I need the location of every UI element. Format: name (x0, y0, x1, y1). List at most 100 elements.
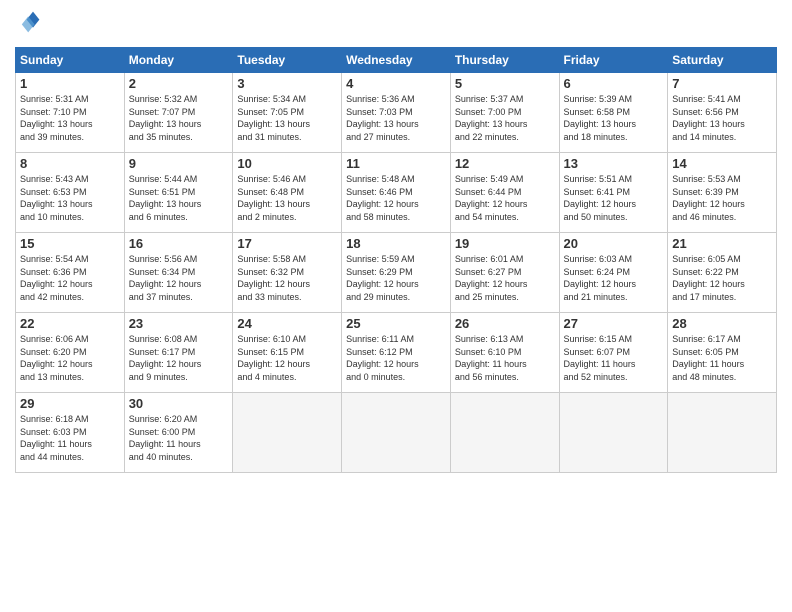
col-header-wednesday: Wednesday (342, 48, 451, 73)
calendar-day: 12Sunrise: 5:49 AMSunset: 6:44 PMDayligh… (450, 153, 559, 233)
day-number: 23 (129, 316, 229, 331)
day-number: 20 (564, 236, 664, 251)
header (15, 10, 777, 39)
day-info: Sunrise: 6:08 AMSunset: 6:17 PMDaylight:… (129, 333, 229, 383)
calendar-day: 25 Sunrise: 6:11 AMSunset: 6:12 PMDayligh… (342, 313, 451, 393)
day-number: 5 (455, 76, 555, 91)
calendar-day: 18 Sunrise: 5:59 AMSunset: 6:29 PMDayligh… (342, 233, 451, 313)
day-info: Sunrise: 5:49 AMSunset: 6:44 PMDaylight:… (455, 173, 555, 223)
day-info: Sunrise: 5:37 AMSunset: 7:00 PMDaylight:… (455, 93, 555, 143)
calendar-week-row: 22Sunrise: 6:06 AMSunset: 6:20 PMDayligh… (16, 313, 777, 393)
calendar-day: 23 Sunrise: 6:08 AMSunset: 6:17 PMDayligh… (124, 313, 233, 393)
col-header-saturday: Saturday (668, 48, 777, 73)
calendar-day: 14 Sunrise: 5:53 AMSunset: 6:39 PMDayligh… (668, 153, 777, 233)
calendar-day: 28 Sunrise: 6:17 AMSunset: 6:05 PMDayligh… (668, 313, 777, 393)
day-number: 30 (129, 396, 229, 411)
calendar-day: 6 Sunrise: 5:39 AMSunset: 6:58 PMDaylight… (559, 73, 668, 153)
calendar-day: 1Sunrise: 5:31 AMSunset: 7:10 PMDaylight… (16, 73, 125, 153)
calendar-day: 17 Sunrise: 5:58 AMSunset: 6:32 PMDayligh… (233, 233, 342, 313)
calendar-week-row: 29Sunrise: 6:18 AMSunset: 6:03 PMDayligh… (16, 393, 777, 473)
calendar-day: 7 Sunrise: 5:41 AMSunset: 6:56 PMDaylight… (668, 73, 777, 153)
day-info: Sunrise: 5:53 AMSunset: 6:39 PMDaylight:… (672, 173, 772, 223)
calendar-day (233, 393, 342, 473)
day-info: Sunrise: 6:05 AMSunset: 6:22 PMDaylight:… (672, 253, 772, 303)
calendar-day: 11 Sunrise: 5:48 AMSunset: 6:46 PMDayligh… (342, 153, 451, 233)
calendar-day: 13Sunrise: 5:51 AMSunset: 6:41 PMDayligh… (559, 153, 668, 233)
day-number: 15 (20, 236, 120, 251)
day-info: Sunrise: 6:20 AMSunset: 6:00 PMDaylight:… (129, 413, 229, 463)
day-number: 24 (237, 316, 337, 331)
day-info: Sunrise: 6:01 AMSunset: 6:27 PMDaylight:… (455, 253, 555, 303)
day-info: Sunrise: 5:58 AMSunset: 6:32 PMDaylight:… (237, 253, 337, 303)
calendar-day (668, 393, 777, 473)
day-info: Sunrise: 6:11 AMSunset: 6:12 PMDaylight:… (346, 333, 446, 383)
day-number: 14 (672, 156, 772, 171)
calendar-day: 30 Sunrise: 6:20 AMSunset: 6:00 PMDayligh… (124, 393, 233, 473)
calendar-week-row: 8 Sunrise: 5:43 AMSunset: 6:53 PMDaylight… (16, 153, 777, 233)
calendar-day: 3 Sunrise: 5:34 AMSunset: 7:05 PMDaylight… (233, 73, 342, 153)
calendar-day: 27Sunrise: 6:15 AMSunset: 6:07 PMDayligh… (559, 313, 668, 393)
day-info: Sunrise: 6:03 AMSunset: 6:24 PMDaylight:… (564, 253, 664, 303)
calendar-day: 22Sunrise: 6:06 AMSunset: 6:20 PMDayligh… (16, 313, 125, 393)
day-number: 10 (237, 156, 337, 171)
calendar-day: 15Sunrise: 5:54 AMSunset: 6:36 PMDayligh… (16, 233, 125, 313)
day-number: 2 (129, 76, 229, 91)
main-container: SundayMondayTuesdayWednesdayThursdayFrid… (0, 0, 792, 483)
day-info: Sunrise: 6:13 AMSunset: 6:10 PMDaylight:… (455, 333, 555, 383)
calendar-day: 4 Sunrise: 5:36 AMSunset: 7:03 PMDaylight… (342, 73, 451, 153)
calendar-table: SundayMondayTuesdayWednesdayThursdayFrid… (15, 47, 777, 473)
day-number: 11 (346, 156, 446, 171)
day-info: Sunrise: 5:48 AMSunset: 6:46 PMDaylight:… (346, 173, 446, 223)
calendar-day: 19 Sunrise: 6:01 AMSunset: 6:27 PMDayligh… (450, 233, 559, 313)
col-header-monday: Monday (124, 48, 233, 73)
day-info: Sunrise: 5:32 AMSunset: 7:07 PMDaylight:… (129, 93, 229, 143)
day-number: 26 (455, 316, 555, 331)
day-number: 8 (20, 156, 120, 171)
logo-icon (17, 10, 41, 34)
day-number: 9 (129, 156, 229, 171)
col-header-thursday: Thursday (450, 48, 559, 73)
logo (15, 10, 41, 39)
day-number: 7 (672, 76, 772, 91)
day-info: Sunrise: 5:34 AMSunset: 7:05 PMDaylight:… (237, 93, 337, 143)
calendar-day: 29Sunrise: 6:18 AMSunset: 6:03 PMDayligh… (16, 393, 125, 473)
col-header-sunday: Sunday (16, 48, 125, 73)
calendar-day (559, 393, 668, 473)
day-number: 3 (237, 76, 337, 91)
calendar-week-row: 15Sunrise: 5:54 AMSunset: 6:36 PMDayligh… (16, 233, 777, 313)
calendar-week-row: 1Sunrise: 5:31 AMSunset: 7:10 PMDaylight… (16, 73, 777, 153)
calendar-day: 20 Sunrise: 6:03 AMSunset: 6:24 PMDayligh… (559, 233, 668, 313)
calendar-day: 26 Sunrise: 6:13 AMSunset: 6:10 PMDayligh… (450, 313, 559, 393)
calendar-day: 21Sunrise: 6:05 AMSunset: 6:22 PMDayligh… (668, 233, 777, 313)
day-info: Sunrise: 6:17 AMSunset: 6:05 PMDaylight:… (672, 333, 772, 383)
calendar-day: 24 Sunrise: 6:10 AMSunset: 6:15 PMDayligh… (233, 313, 342, 393)
day-info: Sunrise: 5:36 AMSunset: 7:03 PMDaylight:… (346, 93, 446, 143)
day-info: Sunrise: 5:39 AMSunset: 6:58 PMDaylight:… (564, 93, 664, 143)
calendar-day: 8 Sunrise: 5:43 AMSunset: 6:53 PMDaylight… (16, 153, 125, 233)
day-number: 18 (346, 236, 446, 251)
day-info: Sunrise: 5:44 AMSunset: 6:51 PMDaylight:… (129, 173, 229, 223)
day-number: 17 (237, 236, 337, 251)
day-number: 19 (455, 236, 555, 251)
day-number: 6 (564, 76, 664, 91)
day-info: Sunrise: 6:10 AMSunset: 6:15 PMDaylight:… (237, 333, 337, 383)
day-info: Sunrise: 6:18 AMSunset: 6:03 PMDaylight:… (20, 413, 120, 463)
calendar-day: 9 Sunrise: 5:44 AMSunset: 6:51 PMDaylight… (124, 153, 233, 233)
day-number: 4 (346, 76, 446, 91)
calendar-header-row: SundayMondayTuesdayWednesdayThursdayFrid… (16, 48, 777, 73)
day-info: Sunrise: 5:51 AMSunset: 6:41 PMDaylight:… (564, 173, 664, 223)
day-number: 1 (20, 76, 120, 91)
day-number: 28 (672, 316, 772, 331)
day-number: 22 (20, 316, 120, 331)
calendar-day: 16Sunrise: 5:56 AMSunset: 6:34 PMDayligh… (124, 233, 233, 313)
day-number: 16 (129, 236, 229, 251)
day-info: Sunrise: 5:43 AMSunset: 6:53 PMDaylight:… (20, 173, 120, 223)
calendar-day: 2 Sunrise: 5:32 AMSunset: 7:07 PMDaylight… (124, 73, 233, 153)
day-info: Sunrise: 5:59 AMSunset: 6:29 PMDaylight:… (346, 253, 446, 303)
calendar-day: 10 Sunrise: 5:46 AMSunset: 6:48 PMDayligh… (233, 153, 342, 233)
day-info: Sunrise: 5:46 AMSunset: 6:48 PMDaylight:… (237, 173, 337, 223)
calendar-day: 5 Sunrise: 5:37 AMSunset: 7:00 PMDaylight… (450, 73, 559, 153)
day-info: Sunrise: 5:41 AMSunset: 6:56 PMDaylight:… (672, 93, 772, 143)
day-number: 25 (346, 316, 446, 331)
calendar-day (342, 393, 451, 473)
